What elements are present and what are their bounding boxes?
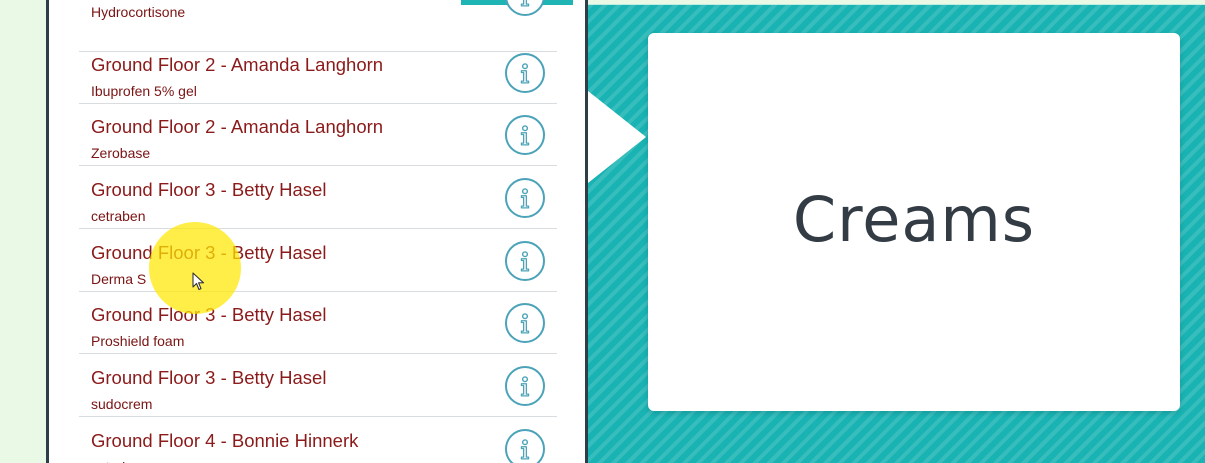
page-margin bbox=[0, 0, 46, 463]
info-icon[interactable] bbox=[505, 0, 545, 16]
list-item[interactable]: Ground Floor 2 - Amanda Langhorn Ibuprof… bbox=[79, 42, 557, 104]
item-title: Ground Floor 4 - Bonnie Hinnerk bbox=[91, 430, 359, 451]
mouse-cursor-icon bbox=[192, 272, 205, 291]
info-icon[interactable] bbox=[505, 366, 545, 406]
item-subtitle: cetraben bbox=[91, 208, 146, 224]
item-title: Ground Floor 2 - Amanda Langhorn bbox=[91, 116, 384, 137]
list-item[interactable]: Ground Floor 2 - Amanda Langhorn Zerobas… bbox=[79, 104, 557, 166]
list-item[interactable]: Ground Floor 3 - Betty Hasel cetraben bbox=[79, 167, 557, 229]
list-item[interactable]: Ground Floor 3 - Betty Hasel Derma S bbox=[79, 230, 557, 292]
category-card[interactable]: Creams bbox=[648, 33, 1180, 411]
info-icon[interactable] bbox=[505, 53, 545, 93]
item-title: Ground Floor 2 - Amanda Langhorn bbox=[91, 54, 384, 75]
category-title: Creams bbox=[792, 183, 1036, 256]
item-subtitle: Hydrocortisone bbox=[91, 4, 186, 20]
category-panel: Creams bbox=[588, 4, 1205, 463]
info-icon[interactable] bbox=[505, 178, 545, 218]
item-subtitle: Ibuprofen 5% gel bbox=[91, 83, 197, 99]
item-subtitle: Zerobase bbox=[91, 145, 151, 161]
panel-pointer bbox=[588, 91, 646, 183]
item-title: Ground Floor 3 - Betty Hasel bbox=[91, 242, 327, 263]
item-subtitle: sudocrem bbox=[91, 396, 153, 412]
info-icon[interactable] bbox=[505, 241, 545, 281]
item-subtitle: cetraben bbox=[91, 459, 145, 463]
item-title: Ground Floor 3 - Betty Hasel bbox=[91, 304, 327, 325]
list-item[interactable]: Ground Floor 4 - Bonnie Hinnerk cetraben bbox=[79, 418, 557, 463]
item-title: Ground Floor 3 - Betty Hasel bbox=[91, 179, 327, 200]
info-icon[interactable] bbox=[505, 303, 545, 343]
info-icon[interactable] bbox=[505, 429, 545, 463]
list-item[interactable]: Ground Floor 3 - Betty Hasel Proshield f… bbox=[79, 292, 557, 354]
item-subtitle: Proshield foam bbox=[91, 333, 185, 349]
item-title: Ground Floor 3 - Betty Hasel bbox=[91, 367, 327, 388]
item-subtitle: Derma S bbox=[91, 271, 147, 287]
info-icon[interactable] bbox=[505, 115, 545, 155]
medication-list-panel[interactable]: Hydrocortisone Ground Floor 2 - Amanda L… bbox=[46, 0, 588, 463]
list-item[interactable]: Ground Floor 3 - Betty Hasel sudocrem bbox=[79, 355, 557, 417]
